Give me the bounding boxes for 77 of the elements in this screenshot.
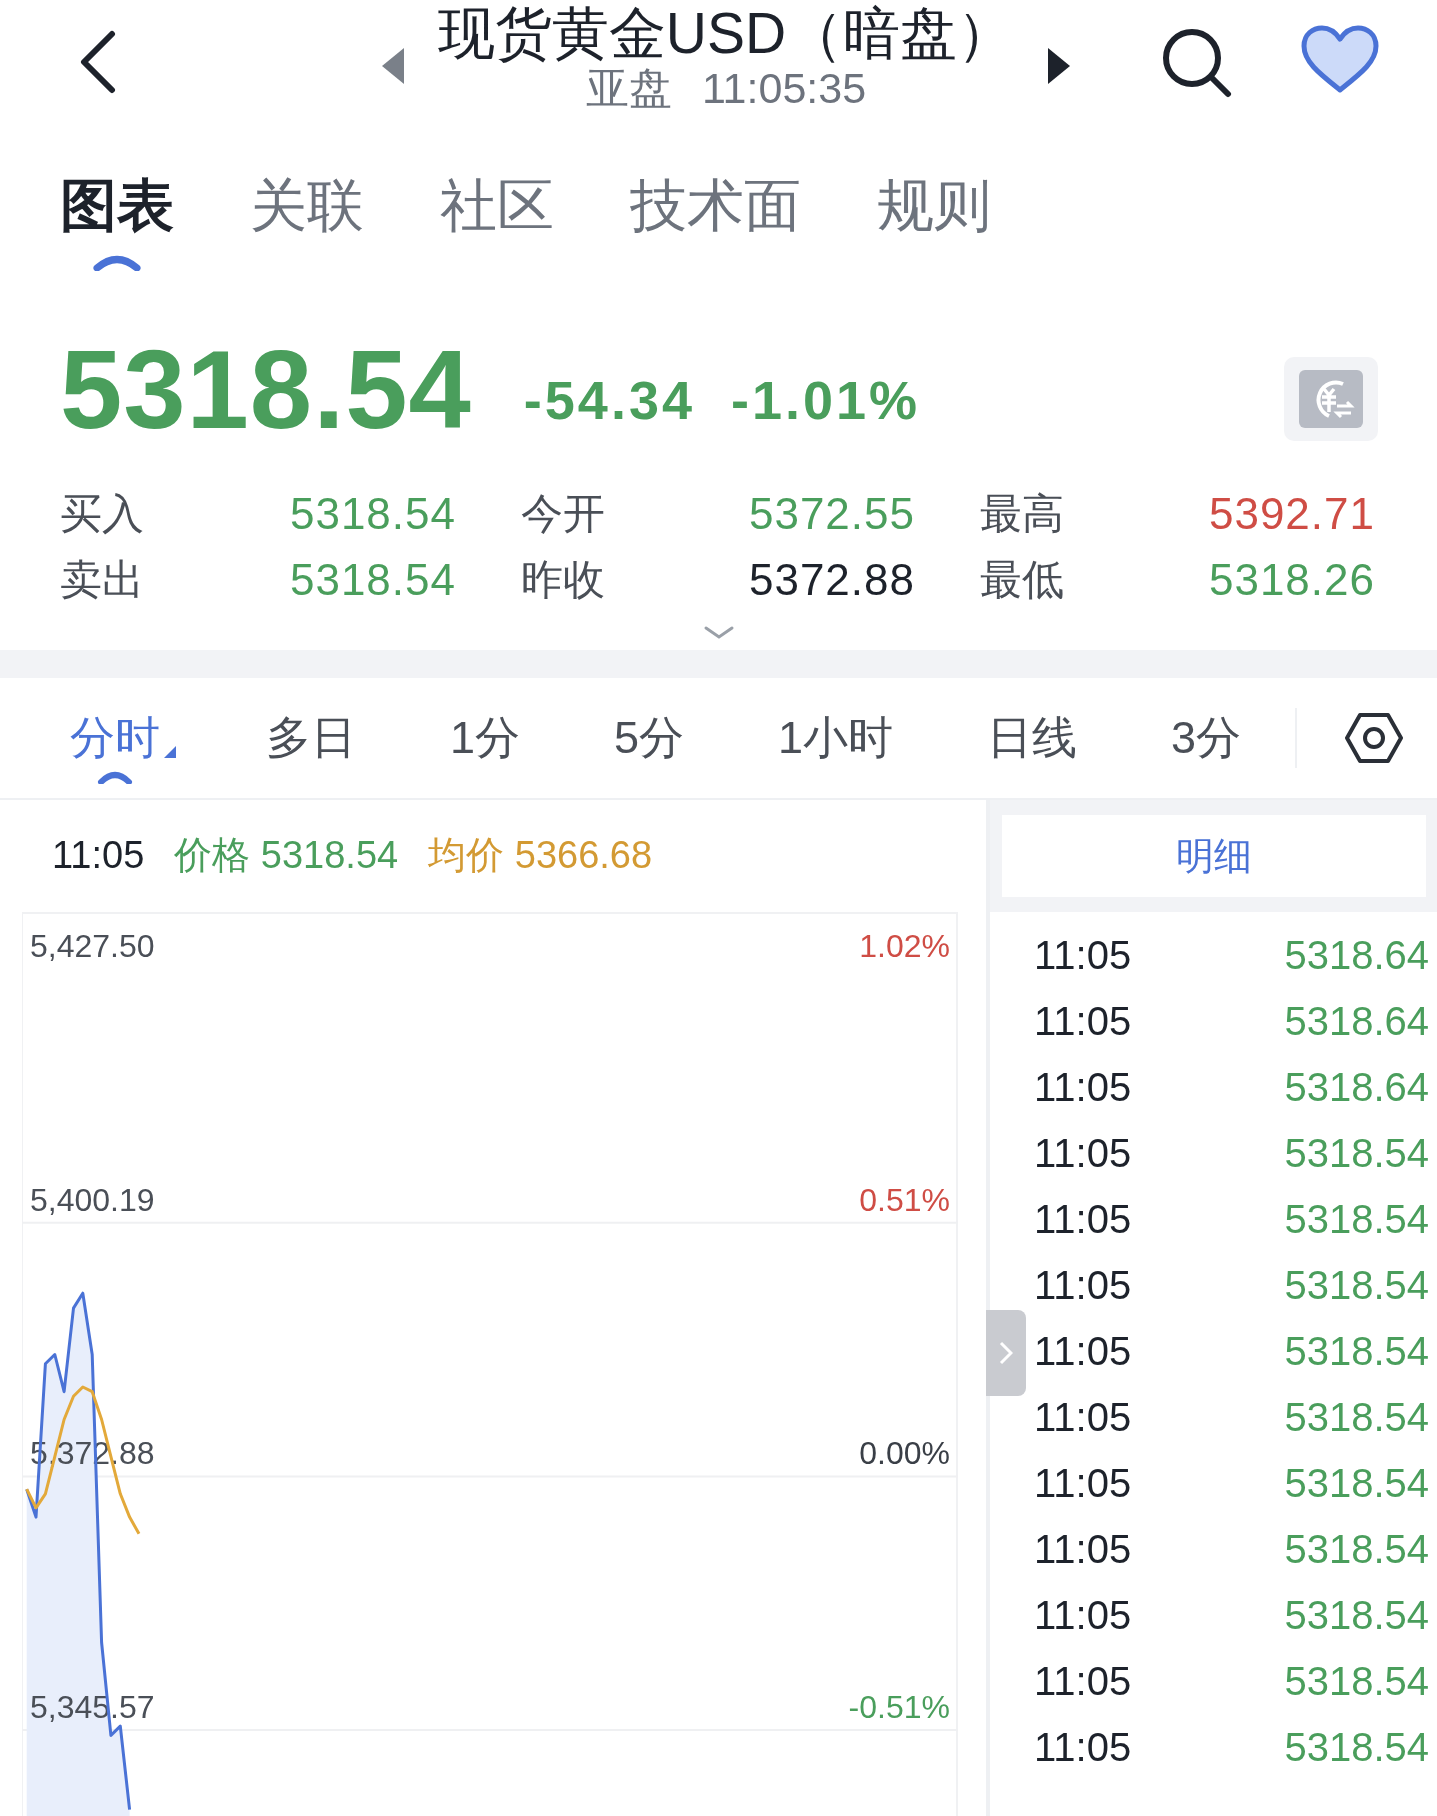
- average-label: 均价 5366.68: [428, 833, 653, 879]
- collapse-handle[interactable]: [986, 1310, 1026, 1396]
- trade-price: 5318.64: [1284, 998, 1429, 1044]
- period-tab[interactable]: 1分: [450, 708, 521, 768]
- change-percent: -1.01%: [731, 369, 921, 432]
- trade-price: 5318.54: [1284, 1592, 1429, 1638]
- stat-value: 5318.54: [288, 488, 456, 540]
- trade-time: 11:05: [1034, 1064, 1132, 1110]
- time-label: 11:05: [52, 834, 145, 878]
- trade-time: 11:05: [1034, 1196, 1132, 1242]
- trade-price: 5318.54: [1284, 1130, 1429, 1176]
- session-label: 亚盘: [585, 64, 672, 112]
- trade-price: 5318.54: [1284, 1658, 1429, 1704]
- period-tab[interactable]: 多日: [266, 708, 356, 768]
- trade-price: 5318.64: [1284, 932, 1429, 978]
- tab[interactable]: 规则: [877, 155, 991, 275]
- percent-label: -0.51%: [848, 1688, 950, 1725]
- percent-label: 0.51%: [859, 1181, 950, 1218]
- axis-tick-label: 5,427.50: [30, 927, 155, 964]
- period-tab[interactable]: 3分: [1171, 708, 1242, 768]
- trade-price: 5318.54: [1284, 1328, 1429, 1374]
- tab-indicator-icon: [97, 770, 133, 784]
- axis-tick-label: 5,400.19: [30, 1181, 155, 1218]
- settings-icon[interactable]: [1345, 712, 1404, 764]
- trade-time: 11:05: [1034, 1262, 1132, 1308]
- stat-label: 昨收: [520, 555, 606, 605]
- stat-value: 5318.26: [1207, 554, 1375, 606]
- back-icon[interactable]: [78, 30, 118, 94]
- tab[interactable]: 社区: [440, 155, 554, 275]
- stat-label: 最低: [979, 555, 1065, 605]
- time-label: 11:05:35: [701, 64, 867, 112]
- stat-value: 5318.54: [288, 554, 456, 606]
- trade-price: 5318.54: [1284, 1394, 1429, 1440]
- period-tab[interactable]: 日线: [987, 708, 1078, 768]
- trade-time: 11:05: [1034, 1526, 1132, 1572]
- price-label: 价格 5318.54: [174, 833, 399, 879]
- trade-time: 11:05: [1034, 1724, 1132, 1770]
- trade-time: 11:05: [1034, 932, 1132, 978]
- currency-exchange-icon: [1299, 370, 1363, 428]
- trade-price: 5318.54: [1284, 1196, 1429, 1242]
- tab[interactable]: 技术面: [630, 155, 801, 275]
- trade-time: 11:05: [1034, 1460, 1132, 1506]
- trade-price: 5318.54: [1284, 1460, 1429, 1506]
- dropdown-icon: [164, 746, 176, 758]
- trade-time: 11:05: [1034, 1394, 1132, 1440]
- trade-time: 11:05: [1034, 1130, 1132, 1176]
- period-tab[interactable]: 1小时: [778, 708, 894, 768]
- period-tab[interactable]: 分时: [70, 708, 160, 768]
- trade-price: 5318.54: [1284, 1526, 1429, 1572]
- search-icon[interactable]: [1160, 26, 1232, 98]
- chevron-right-icon: [999, 1341, 1013, 1365]
- trade-price: 5318.64: [1284, 1064, 1429, 1110]
- stat-value: 5372.88: [747, 554, 915, 606]
- stat-label: 买入: [60, 489, 145, 539]
- expand-icon[interactable]: [703, 626, 734, 640]
- trade-time: 11:05: [1034, 1658, 1132, 1704]
- trade-price: 5318.54: [1284, 1262, 1429, 1308]
- price-value: 5318.54: [60, 330, 472, 450]
- previous-icon[interactable]: [380, 46, 406, 86]
- change-value: -54.34: [523, 369, 695, 432]
- stat-label: 卖出: [60, 555, 145, 605]
- stat-label: 今开: [520, 489, 606, 539]
- stat-value: 5392.71: [1207, 488, 1375, 540]
- stat-value: 5372.55: [747, 488, 915, 540]
- tab-indicator-icon: [93, 255, 141, 271]
- trade-time: 11:05: [1034, 1592, 1132, 1638]
- stat-label: 最高: [979, 489, 1065, 539]
- period-tab[interactable]: 5分: [614, 708, 685, 768]
- tab[interactable]: 图表: [60, 155, 174, 275]
- next-icon[interactable]: [1046, 46, 1072, 86]
- trade-time: 11:05: [1034, 998, 1132, 1044]
- details-button[interactable]: 明细: [1001, 815, 1426, 897]
- trade-time: 11:05: [1034, 1328, 1132, 1374]
- tab[interactable]: 关联: [250, 155, 364, 275]
- trade-price: 5318.54: [1284, 1724, 1429, 1770]
- percent-label: 0.00%: [859, 1435, 950, 1472]
- percent-label: 1.02%: [859, 927, 950, 964]
